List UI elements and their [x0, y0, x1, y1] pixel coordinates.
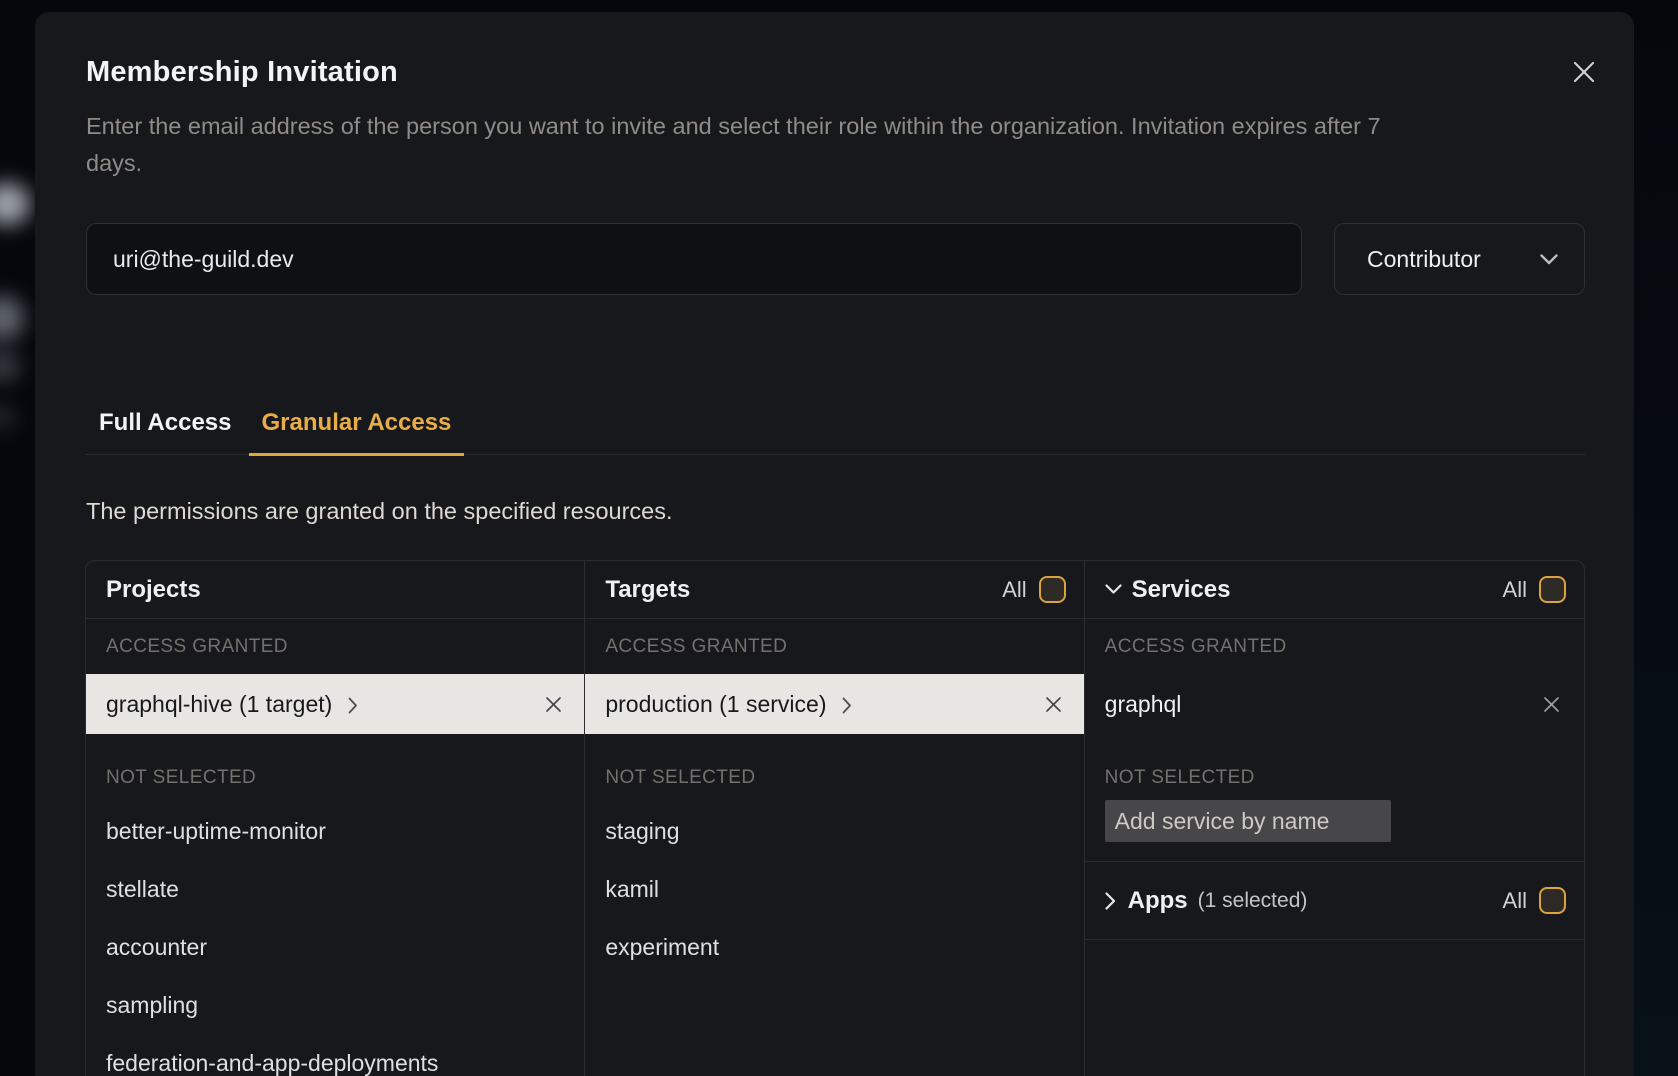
projects-access-granted-label: ACCESS GRANTED [86, 619, 584, 674]
targets-all-checkbox[interactable] [1039, 576, 1066, 603]
targets-all-label: All [1002, 577, 1026, 603]
apps-row[interactable]: Apps (1 selected) All [1085, 862, 1584, 940]
background-blur-artifact [0, 350, 20, 382]
services-all-label: All [1503, 577, 1527, 603]
screen: Membership Invitation Enter the email ad… [0, 0, 1678, 1076]
project-item[interactable]: sampling [86, 976, 584, 1034]
remove-target-icon[interactable] [1045, 696, 1062, 713]
targets-header-label: Targets [605, 576, 690, 604]
target-selected-name: production (1 service) [605, 691, 826, 718]
background-blur-artifact [0, 404, 16, 430]
invite-email-input[interactable] [86, 223, 1302, 295]
services-all-checkbox[interactable] [1539, 576, 1566, 603]
page-background-strip [1634, 0, 1678, 1076]
projects-column-header: Projects [86, 561, 584, 619]
dialog-description: Enter the email address of the person yo… [86, 108, 1596, 182]
services-access-granted-label: ACCESS GRANTED [1085, 619, 1584, 674]
dialog-title: Membership Invitation [86, 56, 398, 89]
chevron-right-icon [842, 697, 852, 714]
services-column-header[interactable]: Services All [1085, 561, 1584, 619]
targets-not-selected-label: NOT SELECTED [585, 758, 1083, 798]
remove-project-icon[interactable] [545, 696, 562, 713]
project-item[interactable]: accounter [86, 918, 584, 976]
access-tabs: Full Access Granular Access [86, 409, 1585, 455]
project-item[interactable]: stellate [86, 860, 584, 918]
add-service-input[interactable] [1105, 800, 1391, 842]
chevron-down-icon [1540, 254, 1558, 265]
remove-service-icon[interactable] [1543, 696, 1560, 713]
chevron-down-icon [1105, 584, 1122, 595]
chevron-right-icon [1105, 892, 1116, 910]
target-item[interactable]: experiment [585, 918, 1083, 976]
targets-access-granted-label: ACCESS GRANTED [585, 619, 1083, 674]
permissions-note: The permissions are granted on the speci… [86, 498, 673, 525]
tab-full-access[interactable]: Full Access [86, 409, 245, 456]
project-selected-row[interactable]: graphql-hive (1 target) [86, 674, 584, 734]
target-item[interactable]: staging [585, 802, 1083, 860]
role-select-value: Contributor [1367, 246, 1481, 273]
close-button[interactable] [1570, 58, 1598, 86]
role-select[interactable]: Contributor [1334, 223, 1585, 295]
project-item[interactable]: better-uptime-monitor [86, 802, 584, 860]
project-selected-name: graphql-hive (1 target) [106, 691, 332, 718]
targets-list: staging kamil experiment [585, 802, 1083, 976]
apps-label: Apps [1128, 887, 1188, 915]
background-blur-artifact [0, 296, 24, 340]
projects-list: better-uptime-monitor stellate accounter… [86, 802, 584, 1076]
target-item[interactable]: kamil [585, 860, 1083, 918]
services-body: ACCESS GRANTED graphql NOT SELECTED [1085, 619, 1584, 862]
resources-table: Projects ACCESS GRANTED graphql-hive (1 … [85, 560, 1585, 1076]
background-blur-artifact [0, 183, 30, 225]
projects-header-label: Projects [106, 576, 201, 604]
project-item[interactable]: federation-and-app-deployments [86, 1034, 584, 1076]
apps-selected-count: (1 selected) [1198, 889, 1308, 913]
targets-column-header: Targets All [585, 561, 1083, 619]
chevron-right-icon [348, 697, 358, 714]
description-line-1: Enter the email address of the person yo… [86, 108, 1596, 145]
services-header-label: Services [1132, 576, 1231, 604]
services-not-selected-label: NOT SELECTED [1085, 758, 1584, 798]
membership-invitation-dialog: Membership Invitation Enter the email ad… [35, 12, 1634, 1076]
projects-column: Projects ACCESS GRANTED graphql-hive (1 … [86, 561, 585, 1076]
description-line-2: days. [86, 145, 1596, 182]
targets-column: Targets All ACCESS GRANTED production (1… [585, 561, 1084, 1076]
apps-all-checkbox[interactable] [1539, 887, 1566, 914]
close-icon [1571, 59, 1597, 85]
service-granted-name: graphql [1105, 691, 1182, 718]
service-granted-row[interactable]: graphql [1085, 674, 1584, 734]
target-selected-row[interactable]: production (1 service) [585, 674, 1083, 734]
projects-not-selected-label: NOT SELECTED [86, 758, 584, 798]
services-column: Services All ACCESS GRANTED graphql [1085, 561, 1584, 1076]
apps-all-label: All [1503, 888, 1527, 914]
tab-granular-access[interactable]: Granular Access [249, 409, 465, 456]
